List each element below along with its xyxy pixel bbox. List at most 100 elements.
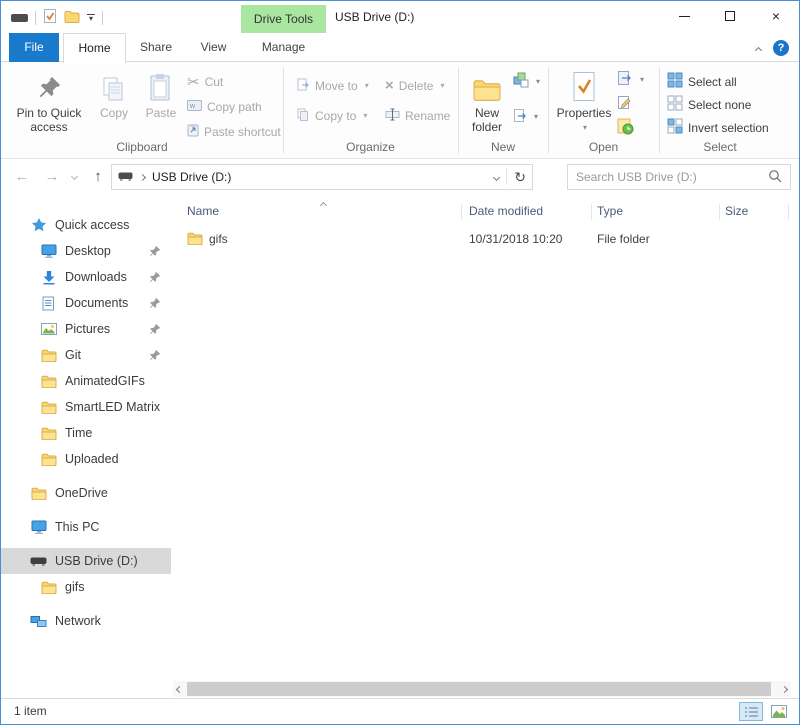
sidebar-item-label: gifs <box>65 580 84 594</box>
sidebar-item-desktop[interactable]: Desktop <box>1 238 171 264</box>
column-header-name[interactable]: Name <box>187 204 219 218</box>
open-button[interactable]: ▾ <box>617 69 644 90</box>
title-bar: ▾ Drive Tools USB Drive (D:) × <box>1 1 799 33</box>
minimize-button[interactable] <box>661 1 707 31</box>
paste-button[interactable]: Paste <box>138 67 184 151</box>
copy-to-button[interactable]: Copy to▾ <box>297 105 367 126</box>
sidebar-item-onedrive[interactable]: OneDrive <box>1 480 171 506</box>
search-icon[interactable] <box>768 169 782 186</box>
new-item-button[interactable]: ▾ <box>513 71 540 92</box>
select-all-button[interactable]: Select all <box>667 71 737 92</box>
scroll-left-icon[interactable] <box>173 681 186 697</box>
sidebar-item-label: OneDrive <box>55 486 108 500</box>
copy-icon <box>101 67 127 103</box>
open-icon <box>617 70 633 89</box>
collapse-ribbon-icon[interactable] <box>755 46 762 53</box>
pin-to-quick-access-button[interactable]: Pin to Quick access <box>9 67 89 151</box>
paste-shortcut-icon <box>187 123 199 140</box>
scrollbar-thumb[interactable] <box>187 682 771 696</box>
tab-home[interactable]: Home <box>63 33 126 63</box>
move-to-button[interactable]: Move to▾ <box>297 75 369 96</box>
close-button[interactable]: × <box>753 1 799 31</box>
cut-button[interactable]: ✂ Cut <box>187 71 223 92</box>
open-group-label: Open <box>548 140 659 154</box>
sidebar-item-label: Uploaded <box>65 452 119 466</box>
properties-check-icon[interactable] <box>43 8 57 27</box>
organize-group-label: Organize <box>283 140 458 154</box>
select-none-button[interactable]: Select none <box>667 94 751 115</box>
delete-button[interactable]: × Delete▾ <box>385 75 444 96</box>
new-group-label: New <box>458 140 548 154</box>
column-divider[interactable] <box>461 204 462 220</box>
folder-icon <box>40 427 57 440</box>
column-header-row: Name Date modified Type Size <box>171 200 797 224</box>
tab-share[interactable]: Share <box>126 33 186 62</box>
maximize-button[interactable] <box>707 1 753 31</box>
sidebar-item-gifs[interactable]: gifs <box>1 574 171 600</box>
monitor-icon <box>40 244 57 258</box>
folder-icon <box>40 581 57 594</box>
properties-button[interactable]: Properties ▾ <box>553 67 615 151</box>
column-divider[interactable] <box>591 204 592 220</box>
details-view-button[interactable] <box>739 702 763 721</box>
copy-path-button[interactable]: w Copy path <box>187 96 262 117</box>
sidebar-item-time[interactable]: Time <box>1 420 171 446</box>
pin-icon <box>149 349 161 364</box>
sidebar-item-downloads[interactable]: Downloads <box>1 264 171 290</box>
tab-view[interactable]: View <box>186 33 241 62</box>
sidebar-item-this-pc[interactable]: This PC <box>1 514 171 540</box>
search-input[interactable] <box>576 170 768 184</box>
new-folder-qat-icon[interactable] <box>64 10 80 26</box>
column-header-size[interactable]: Size <box>725 204 748 218</box>
column-header-type[interactable]: Type <box>597 204 623 218</box>
breadcrumb-chevron-icon[interactable] <box>139 173 146 180</box>
select-group-label: Select <box>659 140 781 154</box>
address-dropdown-icon[interactable] <box>493 173 500 180</box>
invert-selection-button[interactable]: Invert selection <box>667 117 769 138</box>
paste-shortcut-button[interactable]: Paste shortcut <box>187 121 281 142</box>
horizontal-scrollbar[interactable] <box>173 681 791 697</box>
sidebar-item-usb-drive-d[interactable]: USB Drive (D:) <box>1 548 171 574</box>
edit-button[interactable] <box>617 93 632 114</box>
file-row-gifs[interactable]: gifs10/31/2018 10:20File folder <box>171 226 797 252</box>
scissors-icon: ✂ <box>187 73 200 91</box>
recent-locations-icon[interactable] <box>67 165 81 187</box>
sidebar-item-git[interactable]: Git <box>1 342 171 368</box>
tab-file[interactable]: File <box>9 33 59 62</box>
column-divider[interactable] <box>719 204 720 220</box>
explorer-window: ▾ Drive Tools USB Drive (D:) × File Home… <box>0 0 800 725</box>
sidebar-item-pictures[interactable]: Pictures <box>1 316 171 342</box>
customize-toolbar-icon[interactable]: ▾ <box>87 14 95 21</box>
rename-button[interactable]: Rename <box>385 105 450 126</box>
sidebar-item-documents[interactable]: Documents <box>1 290 171 316</box>
paste-icon <box>149 67 173 103</box>
select-all-icon <box>667 72 683 91</box>
sidebar-item-network[interactable]: Network <box>1 608 171 634</box>
scroll-right-icon[interactable] <box>778 681 791 697</box>
sidebar-item-uploaded[interactable]: Uploaded <box>1 446 171 472</box>
sidebar-item-quick-access[interactable]: Quick access <box>1 212 171 238</box>
column-divider[interactable] <box>788 204 789 220</box>
new-folder-button[interactable]: New folder <box>462 67 512 151</box>
file-date-modified: 10/31/2018 10:20 <box>469 232 562 246</box>
address-bar[interactable]: USB Drive (D:) ↻ <box>111 164 533 190</box>
sidebar-item-smartled-matrix[interactable]: SmartLED Matrix <box>1 394 171 420</box>
sidebar-item-label: Pictures <box>65 322 110 336</box>
up-icon[interactable]: ↑ <box>87 165 109 187</box>
back-icon[interactable]: ← <box>11 165 33 187</box>
copy-button[interactable]: Copy <box>91 67 137 151</box>
easy-access-button[interactable]: ▾ <box>513 106 538 127</box>
forward-icon[interactable]: → <box>41 165 63 187</box>
delete-x-icon: × <box>385 80 394 92</box>
sidebar-item-animatedgifs[interactable]: AnimatedGIFs <box>1 368 171 394</box>
help-icon[interactable]: ? <box>773 40 789 56</box>
ribbon: Pin to Quick access Copy Paste ✂ Cut w C… <box>1 62 799 159</box>
divider <box>35 11 36 25</box>
tab-manage[interactable]: Manage <box>241 33 326 62</box>
breadcrumb-path[interactable]: USB Drive (D:) <box>152 170 487 184</box>
column-header-date-modified[interactable]: Date modified <box>469 204 543 218</box>
sort-ascending-icon[interactable] <box>321 197 326 211</box>
large-icons-view-button[interactable] <box>767 702 791 721</box>
history-button[interactable] <box>617 117 634 138</box>
refresh-icon[interactable]: ↻ <box>514 169 526 186</box>
